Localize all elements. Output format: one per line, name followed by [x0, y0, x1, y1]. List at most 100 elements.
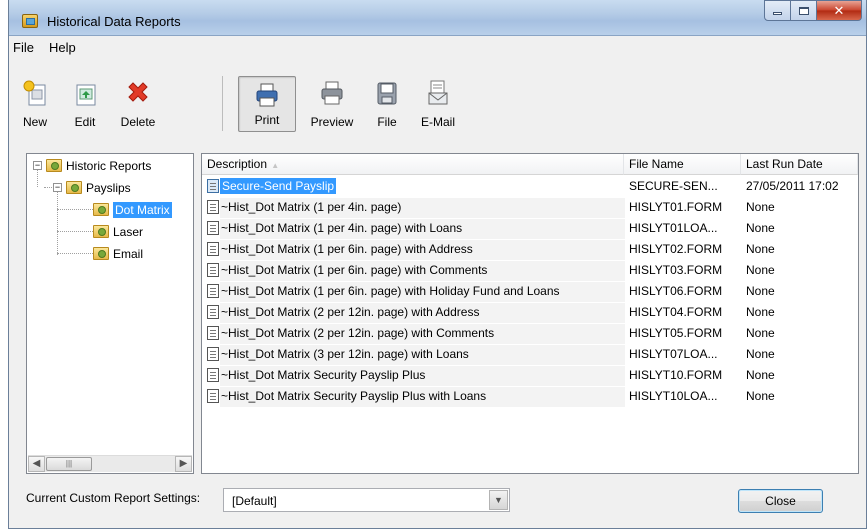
row-description: Secure-Send Payslip [220, 178, 337, 194]
column-header-description[interactable]: Description ▲ [202, 154, 624, 175]
close-icon: ✕ [833, 2, 845, 18]
row-file-name: HISLYT04.FORM [629, 305, 723, 319]
row-file-name: HISLYT07LOA... [629, 347, 718, 361]
row-file-name: HISLYT01.FORM [629, 200, 723, 214]
report-document-icon [207, 389, 219, 403]
table-row[interactable]: ~Hist_Dot Matrix (1 per 4in. page) HISLYT… [202, 197, 858, 218]
toolbar-separator [222, 76, 223, 131]
report-document-icon [207, 221, 219, 235]
row-last-run-date: None [746, 368, 775, 382]
row-last-run-date: None [746, 326, 775, 340]
edit-button[interactable]: Edit [63, 75, 107, 133]
settings-value: [Default] [232, 494, 277, 508]
printer-icon [256, 83, 278, 107]
row-description: ~Hist_Dot Matrix Security Payslip Plus [221, 368, 426, 382]
column-label: File Name [629, 157, 684, 171]
row-description: ~Hist_Dot Matrix (1 per 6in. page) with … [221, 284, 560, 298]
email-label: E-Mail [420, 115, 455, 129]
tree-node-historic-reports[interactable]: − Historic Reports [33, 156, 151, 175]
title-bar[interactable]: Historical Data Reports ✕ [9, 0, 866, 36]
print-button[interactable]: Print [238, 76, 296, 132]
edit-report-icon [76, 84, 96, 106]
custom-settings-select[interactable]: [Default] ▼ [223, 488, 510, 512]
row-last-run-date: None [746, 284, 775, 298]
row-file-name: HISLYT06.FORM [629, 284, 723, 298]
row-file-name: HISLYT02.FORM [629, 242, 723, 256]
row-last-run-date: None [746, 389, 775, 403]
chevron-down-icon[interactable]: ▼ [489, 490, 508, 510]
menu-help[interactable]: Help [49, 40, 76, 55]
collapse-icon[interactable]: − [33, 161, 42, 170]
table-row[interactable]: ~Hist_Dot Matrix (1 per 6in. page) with … [202, 281, 858, 302]
row-last-run-date: None [746, 263, 775, 277]
delete-button[interactable]: Delete [113, 75, 163, 133]
report-document-icon [207, 305, 219, 319]
table-row[interactable]: ~Hist_Dot Matrix (2 per 12in. page) with… [202, 323, 858, 344]
tree-label: Historic Reports [66, 158, 152, 173]
report-document-icon [207, 200, 219, 214]
new-button[interactable]: New [13, 75, 57, 133]
row-description: ~Hist_Dot Matrix (1 per 6in. page) with … [221, 263, 488, 277]
report-document-icon [207, 347, 219, 361]
file-label: File [377, 115, 397, 129]
close-window-button[interactable]: ✕ [817, 0, 862, 21]
row-file-name: HISLYT03.FORM [629, 263, 723, 277]
row-file-name: HISLYT01LOA... [629, 221, 718, 235]
edit-label: Edit [74, 115, 96, 129]
row-file-name: HISLYT05.FORM [629, 326, 723, 340]
file-button[interactable]: File [365, 75, 409, 133]
row-description: ~Hist_Dot Matrix (1 per 6in. page) with … [221, 242, 473, 256]
row-description: ~Hist_Dot Matrix (1 per 4in. page) [221, 200, 402, 214]
sort-ascending-icon: ▲ [269, 161, 280, 170]
report-document-icon [207, 368, 219, 382]
tree-node-dot-matrix[interactable]: Dot Matrix [93, 200, 172, 219]
tree-label: Dot Matrix [113, 201, 172, 218]
minimize-button[interactable] [764, 0, 791, 21]
close-button[interactable]: Close [738, 489, 823, 513]
folder-icon [93, 247, 109, 260]
table-row[interactable]: ~Hist_Dot Matrix Security Payslip Plus HI… [202, 365, 858, 386]
table-row[interactable]: ~Hist_Dot Matrix Security Payslip Plus w… [202, 386, 858, 407]
column-label: Description [207, 157, 268, 171]
row-last-run-date: 27/05/2011 17:02 [746, 179, 839, 193]
scroll-left-icon[interactable]: ◀ [28, 456, 45, 472]
tree-node-payslips[interactable]: − Payslips [53, 178, 131, 197]
report-tree[interactable]: − Historic Reports − Payslips Dot Matrix… [26, 153, 194, 474]
menu-bar [9, 37, 866, 59]
tree-node-laser[interactable]: Laser [93, 222, 143, 241]
report-list: Description ▲ File Name Last Run Date Se… [201, 153, 859, 474]
column-header-last-run-date[interactable]: Last Run Date [741, 154, 858, 175]
tree-label: Laser [113, 224, 144, 239]
report-document-icon [207, 263, 219, 277]
table-row[interactable]: ~Hist_Dot Matrix (3 per 12in. page) with… [202, 344, 858, 365]
floppy-disk-icon [377, 82, 397, 105]
tree-node-email[interactable]: Email [93, 244, 143, 263]
tree-label: Email [113, 246, 144, 261]
preview-button[interactable]: Preview [305, 75, 359, 133]
scroll-right-icon[interactable]: ▶ [175, 456, 192, 472]
maximize-icon [798, 6, 809, 15]
table-row[interactable]: ~Hist_Dot Matrix (1 per 4in. page) with … [202, 218, 858, 239]
column-header-file-name[interactable]: File Name [624, 154, 741, 175]
column-label: Last Run Date [746, 157, 823, 171]
tree-label: Payslips [86, 180, 131, 195]
table-row[interactable]: ~Hist_Dot Matrix (1 per 6in. page) with … [202, 239, 858, 260]
row-file-name: SECURE-SEN... [629, 179, 718, 193]
scroll-thumb[interactable]: ||| [46, 457, 92, 471]
row-last-run-date: None [746, 200, 775, 214]
collapse-icon[interactable]: − [53, 183, 62, 192]
row-last-run-date: None [746, 305, 775, 319]
settings-label: Current Custom Report Settings: [26, 491, 201, 505]
row-description: ~Hist_Dot Matrix (2 per 12in. page) with… [221, 326, 495, 340]
folder-icon [66, 181, 82, 194]
table-row[interactable]: ~Hist_Dot Matrix (1 per 6in. page) with … [202, 260, 858, 281]
tree-horizontal-scrollbar[interactable]: ◀ ||| ▶ [28, 455, 192, 472]
toolbar: New Edit Delete Print Preview File E-Mai… [8, 62, 867, 142]
table-row[interactable]: ~Hist_Dot Matrix (2 per 12in. page) with… [202, 302, 858, 323]
email-button[interactable]: E-Mail [413, 75, 463, 133]
maximize-button[interactable] [791, 0, 817, 21]
report-document-icon [207, 242, 219, 256]
menu-file[interactable]: File [13, 40, 34, 55]
delete-label: Delete [120, 115, 156, 129]
table-row[interactable]: Secure-Send Payslip SECURE-SEN... 27/05/20… [202, 176, 858, 197]
